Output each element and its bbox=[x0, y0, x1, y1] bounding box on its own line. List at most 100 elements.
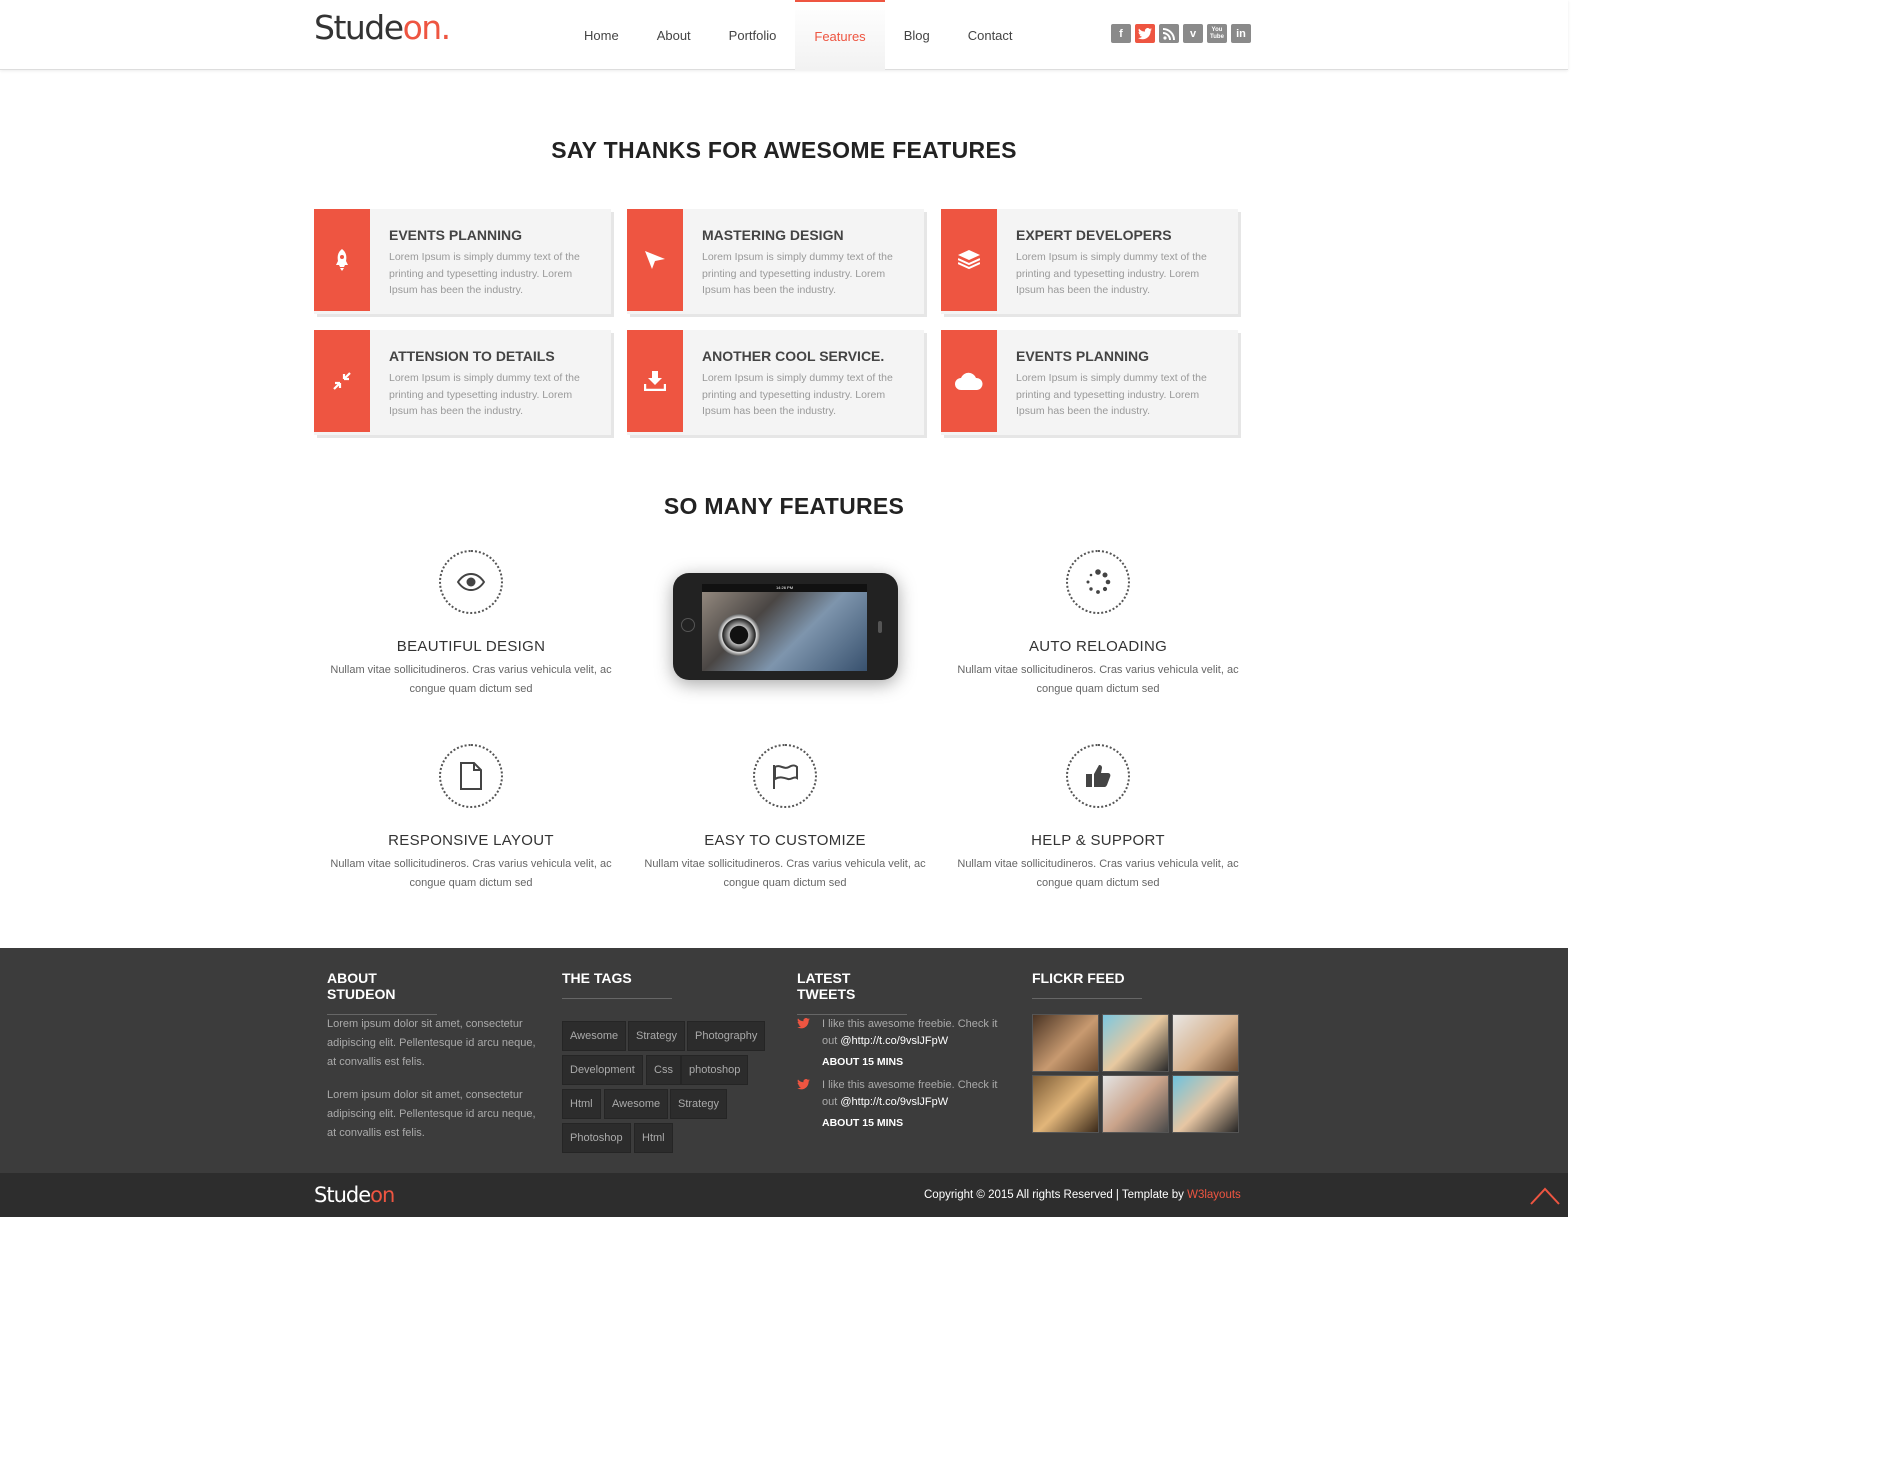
tweets-title: LATEST TWEETS bbox=[797, 970, 907, 1015]
tweet-link[interactable]: @http://t.co/9vslJFpW bbox=[840, 1035, 948, 1047]
feature-title: RESPONSIVE LAYOUT bbox=[388, 832, 554, 849]
card-text: Lorem Ipsum is simply dummy text of the … bbox=[389, 372, 580, 417]
vimeo-icon[interactable]: v bbox=[1183, 24, 1203, 43]
feature-text: Nullam vitae sollicitudineros. Cras vari… bbox=[644, 858, 926, 889]
rocket-icon bbox=[314, 209, 370, 311]
logo-accent: on. bbox=[402, 8, 452, 47]
facebook-icon[interactable]: f bbox=[1111, 24, 1131, 43]
feature-text: Nullam vitae sollicitudineros. Cras vari… bbox=[957, 664, 1239, 695]
logo-text: Stude bbox=[314, 8, 404, 47]
flickr-photo[interactable] bbox=[1102, 1014, 1169, 1072]
feature-card: EXPERT DEVELOPERS Lorem Ipsum is simply … bbox=[941, 209, 1238, 314]
youtube-icon[interactable]: You Tube bbox=[1207, 24, 1227, 43]
feature-title: BEAUTIFUL DESIGN bbox=[396, 638, 546, 655]
site-header: Studeon. Home About Portfolio Features B… bbox=[0, 0, 1568, 70]
flickr-title: FLICKR FEED bbox=[1032, 970, 1142, 999]
phone-home-button bbox=[681, 618, 695, 632]
site-footer: ABOUT STUDEON Lorem ipsum dolor sit amet… bbox=[0, 948, 1568, 1173]
tag[interactable]: Photography bbox=[687, 1021, 766, 1051]
tag[interactable]: Development bbox=[562, 1055, 643, 1085]
nav-about[interactable]: About bbox=[638, 0, 710, 70]
credit-link[interactable]: W3layouts bbox=[1187, 1189, 1241, 1201]
tweet-link[interactable]: @http://t.co/9vslJFpW bbox=[840, 1096, 948, 1108]
feature-text: Nullam vitae sollicitudineros. Cras vari… bbox=[330, 858, 612, 889]
card-text: Lorem Ipsum is simply dummy text of the … bbox=[702, 251, 893, 296]
social-links: f v You Tube in bbox=[1111, 24, 1251, 43]
phone-speaker bbox=[878, 621, 882, 633]
flickr-photo[interactable] bbox=[1102, 1075, 1169, 1133]
nav-home[interactable]: Home bbox=[565, 0, 638, 70]
feature-title: EASY TO CUSTOMIZE bbox=[704, 832, 866, 849]
cloud-icon bbox=[941, 330, 997, 432]
card-title: ANOTHER COOL SERVICE. bbox=[702, 348, 885, 364]
phone-screen: 14:26 PM bbox=[702, 584, 867, 671]
nav-contact[interactable]: Contact bbox=[949, 0, 1032, 70]
tag[interactable]: Strategy bbox=[670, 1089, 727, 1119]
card-text: Lorem Ipsum is simply dummy text of the … bbox=[389, 251, 580, 296]
flickr-photo[interactable] bbox=[1032, 1075, 1099, 1133]
many-features-title: SO MANY FEATURES bbox=[663, 493, 905, 519]
card-title: EVENTS PLANNING bbox=[389, 227, 523, 243]
phone-status-time: 14:26 PM bbox=[702, 584, 867, 592]
layers-icon bbox=[941, 209, 997, 311]
nav-portfolio[interactable]: Portfolio bbox=[710, 0, 796, 70]
flickr-gallery bbox=[1032, 1014, 1242, 1134]
tag[interactable]: Strategy bbox=[628, 1021, 685, 1051]
feature-text: Nullam vitae sollicitudineros. Cras vari… bbox=[957, 858, 1239, 889]
card-text: Lorem Ipsum is simply dummy text of the … bbox=[1016, 372, 1207, 417]
twitter-icon[interactable] bbox=[1135, 24, 1155, 43]
eye-icon bbox=[439, 550, 503, 614]
bottom-bar: Studeon Copyright © 2015 All rights Rese… bbox=[0, 1173, 1568, 1217]
main-nav: Home About Portfolio Features Blog Conta… bbox=[565, 0, 1032, 70]
back-to-top-icon[interactable] bbox=[1530, 1187, 1560, 1205]
nav-blog[interactable]: Blog bbox=[885, 0, 949, 70]
feature-item: HELP & SUPPORT Nullam vitae sollicitudin… bbox=[948, 744, 1248, 893]
twitter-bird-icon bbox=[797, 1018, 811, 1030]
feature-card: EVENTS PLANNING Lorem Ipsum is simply du… bbox=[314, 209, 611, 314]
document-icon bbox=[439, 744, 503, 808]
download-icon bbox=[627, 330, 683, 432]
tag[interactable]: Awesome bbox=[604, 1089, 669, 1119]
card-title: EXPERT DEVELOPERS bbox=[1016, 227, 1172, 243]
feature-item: RESPONSIVE LAYOUT Nullam vitae sollicitu… bbox=[321, 744, 621, 893]
about-text: Lorem ipsum dolor sit amet, consectetur … bbox=[327, 1089, 536, 1139]
tag[interactable]: Html bbox=[562, 1089, 601, 1119]
card-title: EVENTS PLANNING bbox=[1016, 348, 1150, 364]
thumbs-up-icon bbox=[1066, 744, 1130, 808]
flickr-photo[interactable] bbox=[1172, 1075, 1239, 1133]
tag[interactable]: Css bbox=[646, 1055, 681, 1085]
twitter-bird-icon bbox=[797, 1079, 811, 1091]
tag[interactable]: Photoshop bbox=[562, 1123, 631, 1153]
tag[interactable]: Awesome bbox=[562, 1021, 627, 1051]
tags-title: THE TAGS bbox=[562, 970, 672, 999]
footer-logo[interactable]: Studeon bbox=[314, 1183, 395, 1207]
flickr-photo[interactable] bbox=[1032, 1014, 1099, 1072]
phone-mockup: 14:26 PM bbox=[673, 573, 898, 680]
tag[interactable]: photoshop bbox=[681, 1055, 749, 1085]
tweet-text: I like this awesome freebie. Check it ou… bbox=[822, 1079, 998, 1108]
feature-card: MASTERING DESIGN Lorem Ipsum is simply d… bbox=[627, 209, 924, 314]
feature-title: AUTO RELOADING bbox=[1028, 638, 1168, 655]
tag[interactable]: Html bbox=[634, 1123, 673, 1153]
feature-text: Nullam vitae sollicitudineros. Cras vari… bbox=[330, 664, 612, 695]
camera-lens bbox=[718, 614, 760, 656]
tweet-time: ABOUT 15 MINS bbox=[822, 1117, 904, 1129]
feature-title: HELP & SUPPORT bbox=[1031, 832, 1165, 849]
card-title: ATTENSION TO DETAILS bbox=[389, 348, 555, 364]
feature-card: ANOTHER COOL SERVICE. Lorem Ipsum is sim… bbox=[627, 330, 924, 435]
compress-icon bbox=[314, 330, 370, 432]
footer-logo-accent: on bbox=[370, 1183, 395, 1207]
feature-item: AUTO RELOADING Nullam vitae sollicitudin… bbox=[948, 550, 1248, 699]
copyright: Copyright © 2015 All rights Reserved | T… bbox=[924, 1189, 1241, 1201]
site-logo[interactable]: Studeon. bbox=[314, 8, 452, 47]
linkedin-icon[interactable]: in bbox=[1231, 24, 1251, 43]
card-title: MASTERING DESIGN bbox=[702, 227, 844, 243]
about-title: ABOUT STUDEON bbox=[327, 970, 437, 1015]
card-text: Lorem Ipsum is simply dummy text of the … bbox=[1016, 251, 1207, 296]
rss-icon[interactable] bbox=[1159, 24, 1179, 43]
nav-features[interactable]: Features bbox=[795, 0, 885, 70]
feature-card: ATTENSION TO DETAILS Lorem Ipsum is simp… bbox=[314, 330, 611, 435]
flag-icon bbox=[753, 744, 817, 808]
flickr-photo[interactable] bbox=[1172, 1014, 1239, 1072]
feature-item: BEAUTIFUL DESIGN Nullam vitae sollicitud… bbox=[321, 550, 621, 699]
